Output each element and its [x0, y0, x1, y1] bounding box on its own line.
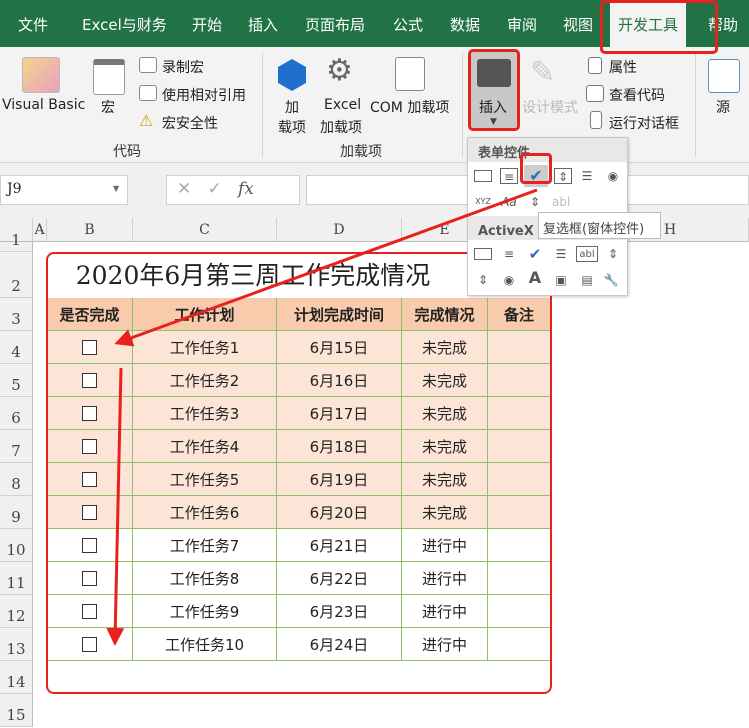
annotation-arrows [106, 188, 538, 646]
arrow-to-first-checkbox [114, 188, 538, 347]
arrow-down-checkboxes [106, 367, 125, 646]
